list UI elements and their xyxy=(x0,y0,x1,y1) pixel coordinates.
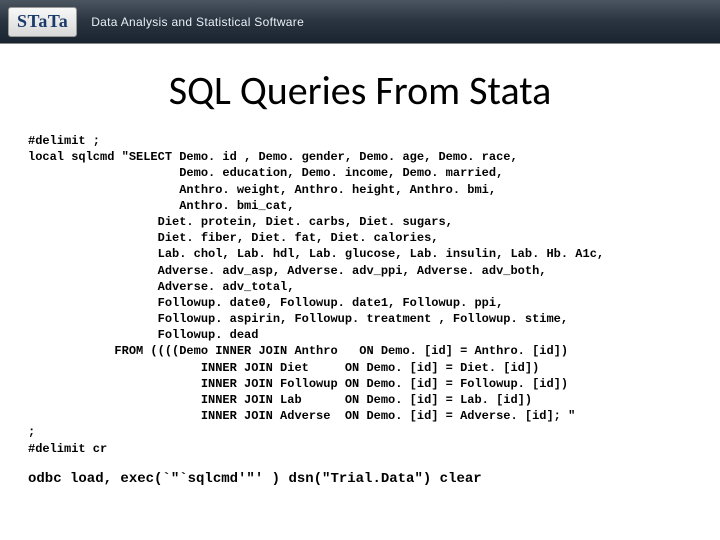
code-line: Followup. dead xyxy=(28,328,258,342)
odbc-command: odbc load, exec(`"`sqlcmd'"' ) dsn("Tria… xyxy=(0,457,720,487)
code-line: Anthro. bmi_cat, xyxy=(28,199,294,213)
code-line: Adverse. adv_asp, Adverse. adv_ppi, Adve… xyxy=(28,264,546,278)
code-line: Demo. education, Demo. income, Demo. mar… xyxy=(28,166,503,180)
code-block: #delimit ; local sqlcmd "SELECT Demo. id… xyxy=(0,133,720,457)
code-line: Followup. aspirin, Followup. treatment ,… xyxy=(28,312,568,326)
slide-title: SQL Queries From Stata xyxy=(0,66,720,115)
logo-text: STaTa xyxy=(17,11,68,32)
code-line: local sqlcmd "SELECT Demo. id , Demo. ge… xyxy=(28,150,518,164)
stata-logo: STaTa xyxy=(8,7,77,37)
code-line: Diet. fiber, Diet. fat, Diet. calories, xyxy=(28,231,438,245)
code-line: Followup. date0, Followup. date1, Follow… xyxy=(28,296,503,310)
code-line: FROM ((((Demo INNER JOIN Anthro ON Demo.… xyxy=(28,344,568,358)
code-line: Adverse. adv_total, xyxy=(28,280,294,294)
code-line: Diet. protein, Diet. carbs, Diet. sugars… xyxy=(28,215,453,229)
code-line: INNER JOIN Diet ON Demo. [id] = Diet. [i… xyxy=(28,361,539,375)
code-line: INNER JOIN Adverse ON Demo. [id] = Adver… xyxy=(28,409,575,423)
tagline: Data Analysis and Statistical Software xyxy=(91,15,304,29)
code-line: ; xyxy=(28,425,35,439)
code-line: Lab. chol, Lab. hdl, Lab. glucose, Lab. … xyxy=(28,247,604,261)
code-line: INNER JOIN Lab ON Demo. [id] = Lab. [id]… xyxy=(28,393,532,407)
code-line: #delimit ; xyxy=(28,134,100,148)
code-line: INNER JOIN Followup ON Demo. [id] = Foll… xyxy=(28,377,568,391)
code-line: #delimit cr xyxy=(28,442,107,456)
app-header: STaTa Data Analysis and Statistical Soft… xyxy=(0,0,720,44)
code-line: Anthro. weight, Anthro. height, Anthro. … xyxy=(28,183,496,197)
